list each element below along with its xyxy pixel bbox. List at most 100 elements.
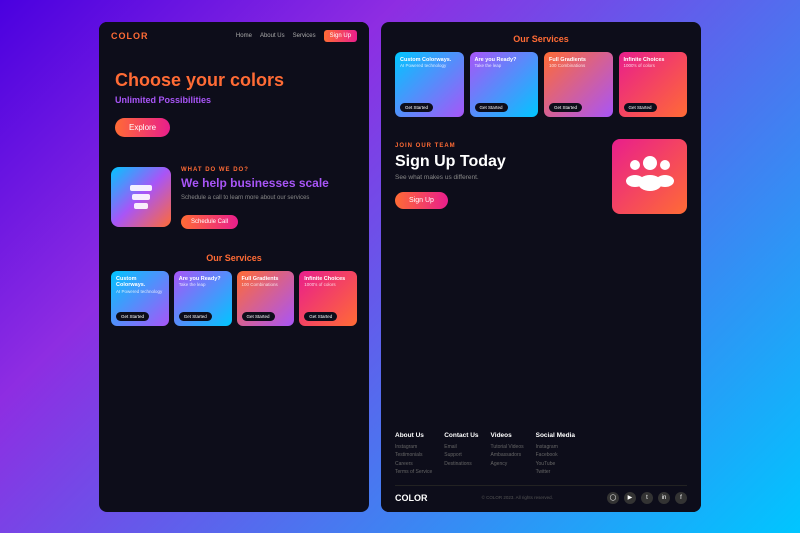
footer-col-contact-title: Contact Us <box>444 432 478 439</box>
sc3-sub: 100 Combinations <box>242 282 290 287</box>
service-cards-left: Custom Colorways. AI Powered technology … <box>111 271 357 326</box>
sc3-name: Full Gradients <box>242 276 290 283</box>
scr4-sub: 1000's of colors <box>624 63 683 68</box>
nav-about[interactable]: About Us <box>260 33 285 39</box>
schedule-button[interactable]: Schedule Call <box>181 215 238 229</box>
nav-links: Home About Us Services Sign Up <box>236 30 357 42</box>
sc4-sub: 1000's of colors <box>304 282 352 287</box>
what-desc: Schedule a call to learn more about our … <box>181 194 357 202</box>
footer-contact-item-1[interactable]: Support <box>444 451 478 460</box>
footer-social-item-0[interactable]: Instagram <box>536 443 575 452</box>
footer-videos-item-0[interactable]: Tutorial Videos <box>491 443 524 452</box>
signup-icon-box <box>612 139 687 214</box>
footer-col-contact: Contact Us Email Support Destinations <box>444 432 478 477</box>
footer-about-item-3[interactable]: Terms of Service <box>395 468 432 477</box>
footer-social-item-2[interactable]: YouTube <box>536 460 575 469</box>
stack-layer-1 <box>130 185 152 191</box>
scr3-btn[interactable]: Get Started <box>549 103 582 112</box>
signup-button[interactable]: Sign Up <box>395 192 448 209</box>
nav-services[interactable]: Services <box>293 33 316 39</box>
nav-home[interactable]: Home <box>236 33 252 39</box>
service-cards-right: Custom Colorways. AI Powered technology … <box>395 52 687 117</box>
footer-videos-item-1[interactable]: Ambassadors <box>491 451 524 460</box>
hero-title-plain: Choose your <box>115 70 230 90</box>
services-title-right: Our Services <box>395 34 687 44</box>
what-content: WHAT DO WE DO? We help businesses scale … <box>181 167 357 229</box>
right-page: Our Services Custom Colorways. AI Powere… <box>381 22 701 512</box>
scr1-btn[interactable]: Get Started <box>400 103 433 112</box>
services-title-left: Our Services <box>111 253 357 263</box>
sc2-name: Are you Ready? <box>179 276 227 283</box>
scr3-sub: 100 Combinations <box>549 63 608 68</box>
footer-about-item-0[interactable]: Instagram <box>395 443 432 452</box>
nav-logo: COLOR <box>111 31 149 41</box>
footer-social-icons: ◯ ▶ t in f <box>607 492 687 504</box>
stack-icon <box>130 185 152 209</box>
scr2-name: Are you Ready? <box>475 57 534 64</box>
footer-cols: About Us Instagram Testimonials Careers … <box>395 432 687 477</box>
hero-subtitle: Unlimited Possibilities <box>115 95 353 105</box>
scr3-name: Full Gradients <box>549 57 608 64</box>
explore-button[interactable]: Explore <box>115 118 170 137</box>
scr4-name: Infinite Choices <box>624 57 683 64</box>
social-icon-4[interactable]: in <box>658 492 670 504</box>
scr1-name: Custom Colorways. <box>400 57 459 64</box>
services-section-left: Our Services Custom Colorways. AI Powere… <box>99 243 369 512</box>
service-card-3: Full Gradients 100 Combinations Get Star… <box>237 271 295 326</box>
footer-logo: COLOR <box>395 493 428 503</box>
what-title: We help businesses scale <box>181 176 357 190</box>
social-icon-3[interactable]: t <box>641 492 653 504</box>
footer-col-about: About Us Instagram Testimonials Careers … <box>395 432 432 477</box>
sc1-name: Custom Colorways. <box>116 276 164 289</box>
footer-col-videos: Videos Tutorial Videos Ambassadors Agenc… <box>491 432 524 477</box>
service-card-2: Are you Ready? Take the leap Get Started <box>174 271 232 326</box>
footer-contact-item-2[interactable]: Destinations <box>444 460 478 469</box>
footer-bottom: COLOR © COLOR 2023. All rights reserved.… <box>395 485 687 504</box>
service-card-r4: Infinite Choices 1000's of colors Get St… <box>619 52 688 117</box>
people-icon <box>625 153 675 200</box>
signup-title: Sign Up Today <box>395 152 602 171</box>
stack-layer-3 <box>134 203 148 209</box>
footer-about-item-1[interactable]: Testimonials <box>395 451 432 460</box>
scr1-sub: AI Powered technology <box>400 63 459 68</box>
footer-social-item-3[interactable]: Twitter <box>536 468 575 477</box>
scr4-btn[interactable]: Get Started <box>624 103 657 112</box>
sc4-btn[interactable]: Get Started <box>304 312 337 321</box>
footer: About Us Instagram Testimonials Careers … <box>381 422 701 512</box>
what-section: WHAT DO WE DO? We help businesses scale … <box>99 153 369 243</box>
footer-about-item-2[interactable]: Careers <box>395 460 432 469</box>
what-icon-box <box>111 167 171 227</box>
sc2-btn[interactable]: Get Started <box>179 312 212 321</box>
footer-col-social: Social Media Instagram Facebook YouTube … <box>536 432 575 477</box>
service-card-r1: Custom Colorways. AI Powered technology … <box>395 52 464 117</box>
sc3-btn[interactable]: Get Started <box>242 312 275 321</box>
navbar: COLOR Home About Us Services Sign Up <box>99 22 369 50</box>
social-icon-5[interactable]: f <box>675 492 687 504</box>
footer-videos-item-2[interactable]: Agency <box>491 460 524 469</box>
signup-content: JOIN OUR TEAM Sign Up Today See what mak… <box>395 143 602 208</box>
service-card-1: Custom Colorways. AI Powered technology … <box>111 271 169 326</box>
footer-copyright: © COLOR 2023. All rights reserved. <box>482 495 553 500</box>
nav-signup-btn[interactable]: Sign Up <box>324 30 357 42</box>
hero-section: Choose your colors Unlimited Possibiliti… <box>99 50 369 154</box>
signup-tag: JOIN OUR TEAM <box>395 143 602 149</box>
services-section-right: Our Services Custom Colorways. AI Powere… <box>381 22 701 125</box>
stack-layer-2 <box>132 194 150 200</box>
left-page: COLOR Home About Us Services Sign Up Cho… <box>99 22 369 512</box>
sc1-btn[interactable]: Get Started <box>116 312 149 321</box>
footer-col-social-title: Social Media <box>536 432 575 439</box>
footer-contact-item-0[interactable]: Email <box>444 443 478 452</box>
service-card-4: Infinite Choices 1000's of colors Get St… <box>299 271 357 326</box>
service-card-r2: Are you Ready? Take the leap Get Started <box>470 52 539 117</box>
scr2-sub: Take the leap <box>475 63 534 68</box>
social-icon-1[interactable]: ◯ <box>607 492 619 504</box>
service-card-r3: Full Gradients 100 Combinations Get Star… <box>544 52 613 117</box>
footer-social-item-1[interactable]: Facebook <box>536 451 575 460</box>
social-icon-2[interactable]: ▶ <box>624 492 636 504</box>
scr2-btn[interactable]: Get Started <box>475 103 508 112</box>
sc4-name: Infinite Choices <box>304 276 352 283</box>
footer-col-videos-title: Videos <box>491 432 524 439</box>
hero-title: Choose your colors <box>115 70 353 92</box>
footer-col-about-title: About Us <box>395 432 432 439</box>
signup-sub: See what makes us different. <box>395 174 602 181</box>
